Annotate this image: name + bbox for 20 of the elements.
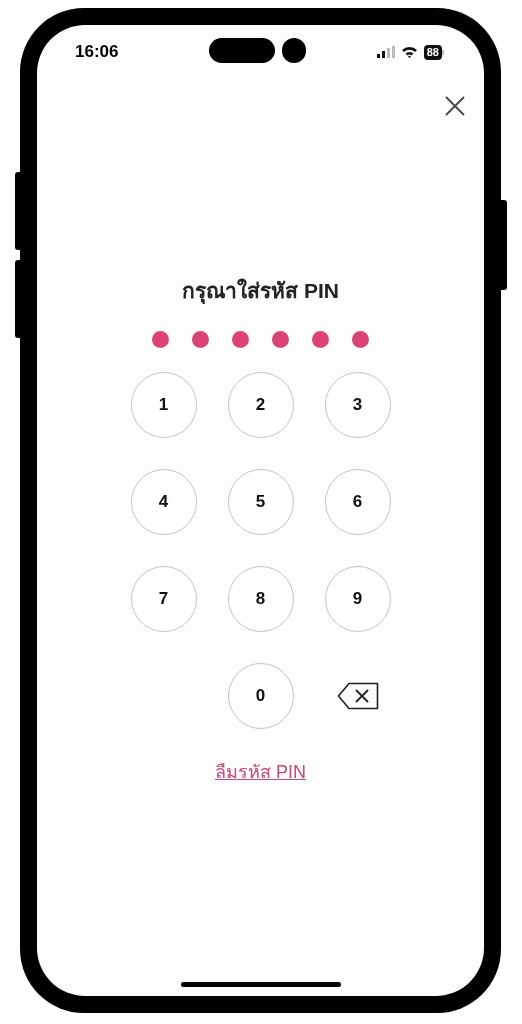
wifi-icon <box>400 46 418 58</box>
digit-key[interactable]: 8 <box>227 566 294 632</box>
battery-icon: 88 <box>423 44 442 60</box>
digit-key[interactable]: 3 <box>324 372 391 438</box>
signal-icon <box>376 46 395 58</box>
digit-key[interactable]: 2 <box>227 372 294 438</box>
screen-title: กรุณาใส่รหัส PIN <box>182 277 339 305</box>
digit-key[interactable]: 5 <box>227 469 294 535</box>
close-icon <box>445 96 465 116</box>
forgot-pin-link[interactable]: ลืมรหัส PIN <box>215 759 306 786</box>
digit-key[interactable]: 4 <box>130 469 197 535</box>
digit-key[interactable]: 6 <box>324 469 391 535</box>
status-time: 16:06 <box>75 41 119 64</box>
digit-key[interactable]: 1 <box>130 372 197 438</box>
digit-key[interactable]: 7 <box>130 566 197 632</box>
backspace-icon <box>336 682 379 710</box>
dynamic-island <box>209 38 275 63</box>
digit-key[interactable]: 9 <box>324 566 391 632</box>
digit-key[interactable]: 0 <box>227 663 294 729</box>
backspace-button[interactable] <box>336 682 379 710</box>
